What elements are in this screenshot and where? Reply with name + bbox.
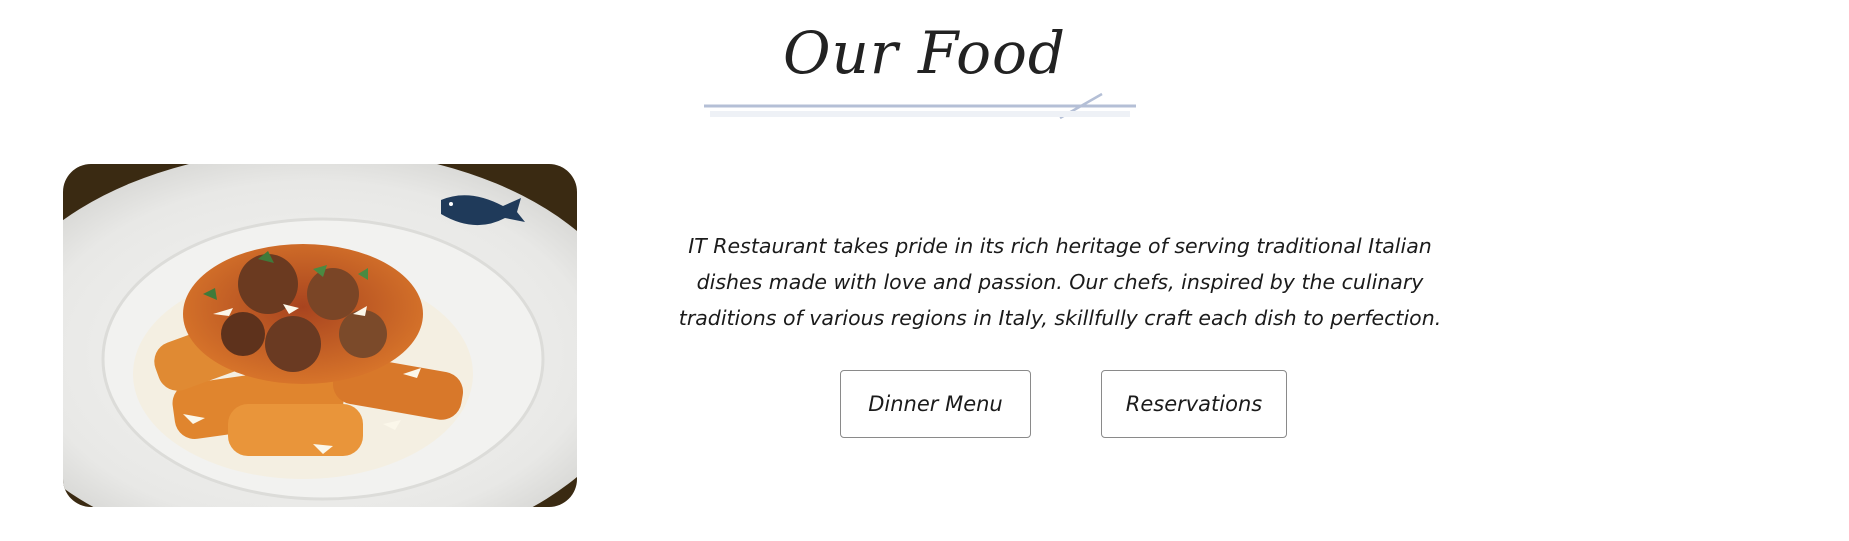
divider-flourish-icon [704,92,1136,120]
intro-text: IT Restaurant takes pride in its rich he… [678,234,1442,330]
section-title: Our Food [782,19,1067,87]
reservations-button[interactable]: Reservations [1101,370,1287,438]
food-photo [63,164,577,507]
dinner-menu-button[interactable]: Dinner Menu [840,370,1031,438]
